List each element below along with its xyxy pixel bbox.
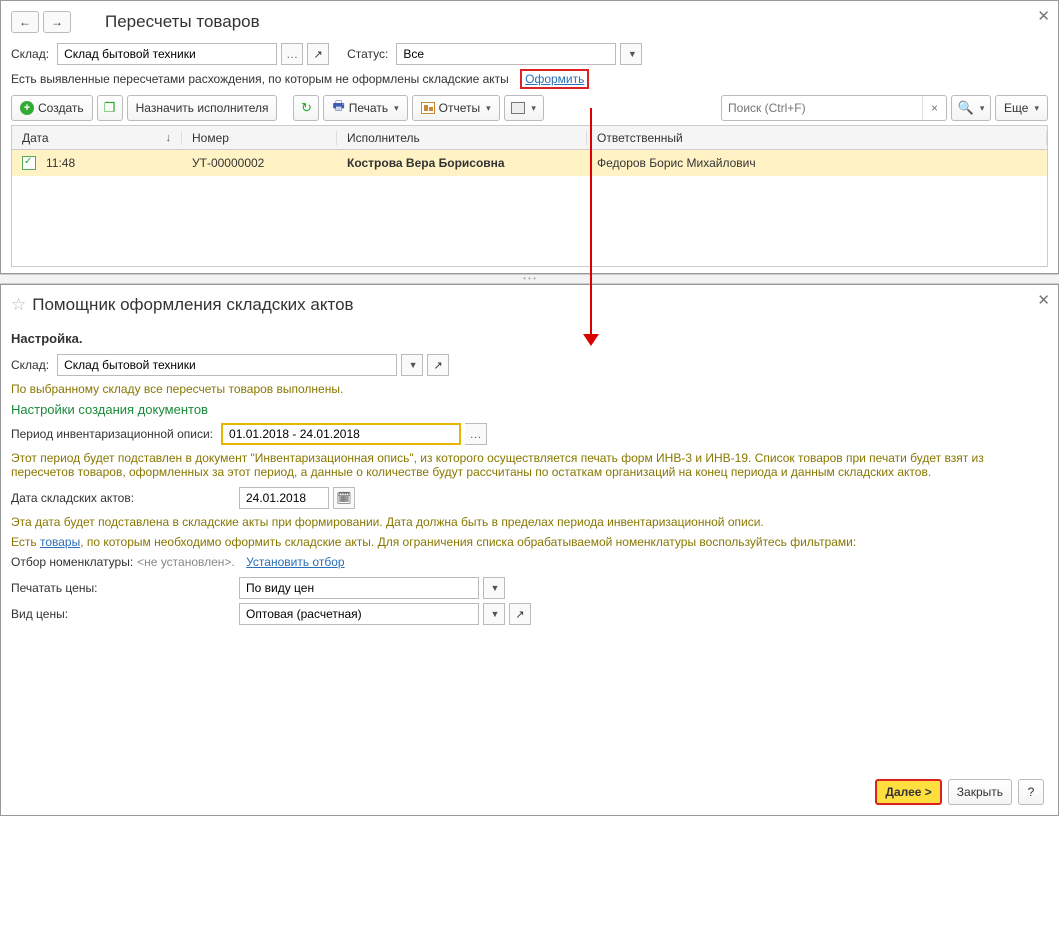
col-responsible[interactable]: Ответственный <box>587 131 1047 145</box>
warehouse-choose-button[interactable]: … <box>281 43 303 65</box>
price-type-input[interactable] <box>244 605 474 623</box>
annotation-arrow-head <box>583 334 599 346</box>
warehouse-label: Склад: <box>11 47 49 61</box>
price-type-field[interactable] <box>239 603 479 625</box>
cell-executor: Кострова Вера Борисовна <box>337 156 587 170</box>
doc-settings-heading: Настройки создания документов <box>11 402 1048 417</box>
cell-time: 11:48 <box>46 156 75 170</box>
set-filter-link[interactable]: Установить отбор <box>246 555 344 569</box>
filter-label: Отбор номенклатуры: <box>11 555 133 569</box>
warehouse-input[interactable] <box>62 45 272 63</box>
act-date-help: Эта дата будет подставлена в складские а… <box>11 515 1048 529</box>
table-row[interactable]: 11:48 УТ-00000002 Кострова Вера Борисовн… <box>12 150 1047 176</box>
close-icon[interactable]: ✕ <box>1037 291 1050 309</box>
print-prices-field[interactable] <box>239 577 479 599</box>
nav-back-button[interactable]: ← <box>11 11 39 33</box>
filter-value: <не установлен>. <box>137 555 235 569</box>
discrepancy-info: Есть выявленные пересчетами расхождения,… <box>11 72 509 86</box>
col-number[interactable]: Номер <box>182 131 337 145</box>
assign-executor-button[interactable]: Назначить исполнителя <box>127 95 278 121</box>
print-icon: 🖶 <box>332 97 344 119</box>
status-label: Статус: <box>347 47 388 61</box>
col-executor[interactable]: Исполнитель <box>337 131 587 145</box>
act-date-field[interactable] <box>239 487 329 509</box>
process-button[interactable]: ▾ <box>504 95 544 121</box>
filter-search-button[interactable]: 🔍 ▾ <box>951 95 991 121</box>
process-icon <box>511 102 525 114</box>
search-clear-button[interactable]: × <box>922 96 946 120</box>
calendar-button[interactable]: 🗓 <box>333 487 355 509</box>
refresh-button[interactable]: ↻ <box>293 95 319 121</box>
col-date[interactable]: Дата ↓ <box>12 131 182 145</box>
status-message: По выбранному складу все пересчеты товар… <box>11 382 1048 396</box>
close-icon[interactable]: ✕ <box>1037 7 1050 25</box>
create-button[interactable]: + Создать <box>11 95 93 121</box>
help-button[interactable]: ? <box>1018 779 1044 805</box>
report-icon <box>421 102 435 114</box>
price-type-dropdown-button[interactable]: ▼ <box>483 603 505 625</box>
search-box[interactable]: × <box>721 95 947 121</box>
warehouse-input[interactable] <box>62 356 392 374</box>
status-field[interactable] <box>396 43 616 65</box>
status-input[interactable] <box>401 45 611 63</box>
next-button[interactable]: Далее > <box>875 779 941 805</box>
warehouse-label: Склад: <box>11 358 49 372</box>
splitter[interactable]: • • • <box>0 274 1059 284</box>
goods-link[interactable]: товары <box>40 535 80 549</box>
price-type-label: Вид цены: <box>11 607 231 621</box>
print-prices-input[interactable] <box>244 579 474 597</box>
cell-responsible: Федоров Борис Михайлович <box>587 156 1047 170</box>
price-type-open-button[interactable]: ↗ <box>509 603 531 625</box>
page-title: Помощник оформления складских актов <box>32 295 353 315</box>
period-input[interactable] <box>227 425 455 443</box>
search-input[interactable] <box>722 101 922 115</box>
nav-forward-button[interactable]: → <box>43 11 71 33</box>
settings-heading: Настройка. <box>11 331 1048 346</box>
period-label: Период инвентаризационной описи: <box>11 427 213 441</box>
warehouse-open-button[interactable]: ↗ <box>307 43 329 65</box>
calendar-icon: 🗓 <box>336 491 351 505</box>
print-button[interactable]: 🖶 Печать ▾ <box>323 95 407 121</box>
warehouse-open-button[interactable]: ↗ <box>427 354 449 376</box>
period-choose-button[interactable]: … <box>465 423 487 445</box>
oformit-link[interactable]: Оформить <box>520 69 589 89</box>
copy-button[interactable]: ❐ <box>97 95 123 121</box>
act-date-input[interactable] <box>244 489 324 507</box>
annotation-arrow <box>590 108 592 340</box>
refresh-icon: ↻ <box>301 100 312 116</box>
reports-button[interactable]: Отчеты ▾ <box>412 95 500 121</box>
sort-desc-icon: ↓ <box>166 132 172 144</box>
status-dropdown-button[interactable]: ▼ <box>620 43 642 65</box>
document-icon <box>22 156 36 170</box>
period-field[interactable] <box>221 423 461 445</box>
print-prices-dropdown-button[interactable]: ▼ <box>483 577 505 599</box>
period-help: Этот период будет подставлен в документ … <box>11 451 1048 479</box>
warehouse-field[interactable] <box>57 354 397 376</box>
cell-number: УТ-00000002 <box>182 156 337 170</box>
print-prices-label: Печатать цены: <box>11 581 231 595</box>
search-icon: 🔍 <box>958 100 974 116</box>
page-title: Пересчеты товаров <box>105 12 260 32</box>
close-button[interactable]: Закрыть <box>948 779 1012 805</box>
table-header: Дата ↓ Номер Исполнитель Ответственный <box>12 126 1047 150</box>
recount-table: Дата ↓ Номер Исполнитель Ответственный 1… <box>11 125 1048 267</box>
act-date-label: Дата складских актов: <box>11 491 231 505</box>
warehouse-field[interactable] <box>57 43 277 65</box>
goods-text-prefix: Есть <box>11 535 40 549</box>
goods-text-suffix: , по которым необходимо оформить складск… <box>80 535 856 549</box>
more-button[interactable]: Еще ▾ <box>995 95 1048 121</box>
copy-icon: ❐ <box>104 100 116 116</box>
warehouse-dropdown-button[interactable]: ▼ <box>401 354 423 376</box>
plus-icon: + <box>20 101 34 115</box>
favorite-icon[interactable]: ☆ <box>11 295 26 315</box>
table-empty-space <box>12 176 1047 266</box>
